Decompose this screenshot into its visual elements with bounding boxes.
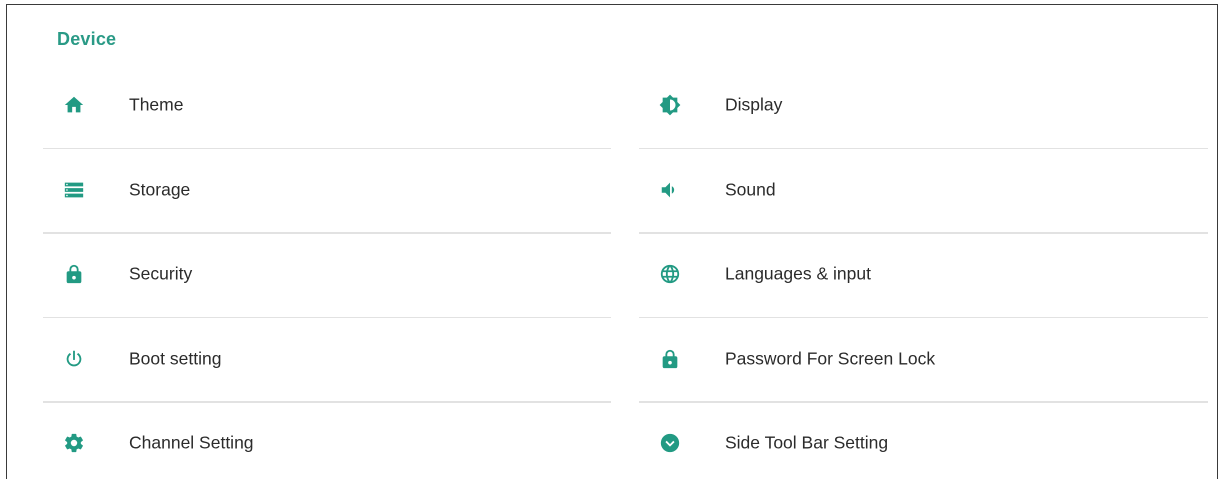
chevron-circle-icon <box>658 431 682 455</box>
home-icon <box>62 93 86 117</box>
setting-item-theme[interactable]: Theme <box>43 63 611 148</box>
gear-icon <box>62 431 86 455</box>
setting-label: Side Tool Bar Setting <box>725 432 889 453</box>
setting-item-security[interactable]: Security <box>43 232 611 317</box>
setting-label: Theme <box>129 94 184 115</box>
setting-label: Languages & input <box>725 263 871 284</box>
lock-icon <box>62 262 86 286</box>
setting-label: Password For Screen Lock <box>725 348 936 369</box>
section-title: Device <box>57 29 117 49</box>
brightness-icon <box>658 93 682 117</box>
setting-item-sound[interactable]: Sound <box>639 147 1208 233</box>
storage-icon <box>62 178 86 202</box>
setting-label: Storage <box>129 179 191 200</box>
globe-icon <box>658 262 682 286</box>
volume-icon <box>658 178 682 202</box>
settings-column-left: Theme Storage Security Boot setting Chan… <box>43 63 611 486</box>
setting-item-languages[interactable]: Languages & input <box>639 232 1208 317</box>
setting-item-boot[interactable]: Boot setting <box>43 316 611 402</box>
setting-label: Channel Setting <box>129 432 254 453</box>
setting-item-screen-lock-password[interactable]: Password For Screen Lock <box>639 316 1208 402</box>
setting-label: Display <box>725 94 783 115</box>
setting-item-display[interactable]: Display <box>639 63 1208 148</box>
setting-item-storage[interactable]: Storage <box>43 147 611 233</box>
setting-label: Boot setting <box>129 348 222 369</box>
settings-panel: Device Theme Storage Security Boot setti… <box>6 4 1218 479</box>
lock-icon <box>658 347 682 371</box>
setting-item-side-tool-bar[interactable]: Side Tool Bar Setting <box>639 401 1208 486</box>
power-icon <box>62 347 86 371</box>
setting-label: Security <box>129 263 193 284</box>
setting-label: Sound <box>725 179 776 200</box>
settings-column-right: Display Sound Languages & input Password… <box>639 63 1208 486</box>
setting-item-channel[interactable]: Channel Setting <box>43 401 611 486</box>
